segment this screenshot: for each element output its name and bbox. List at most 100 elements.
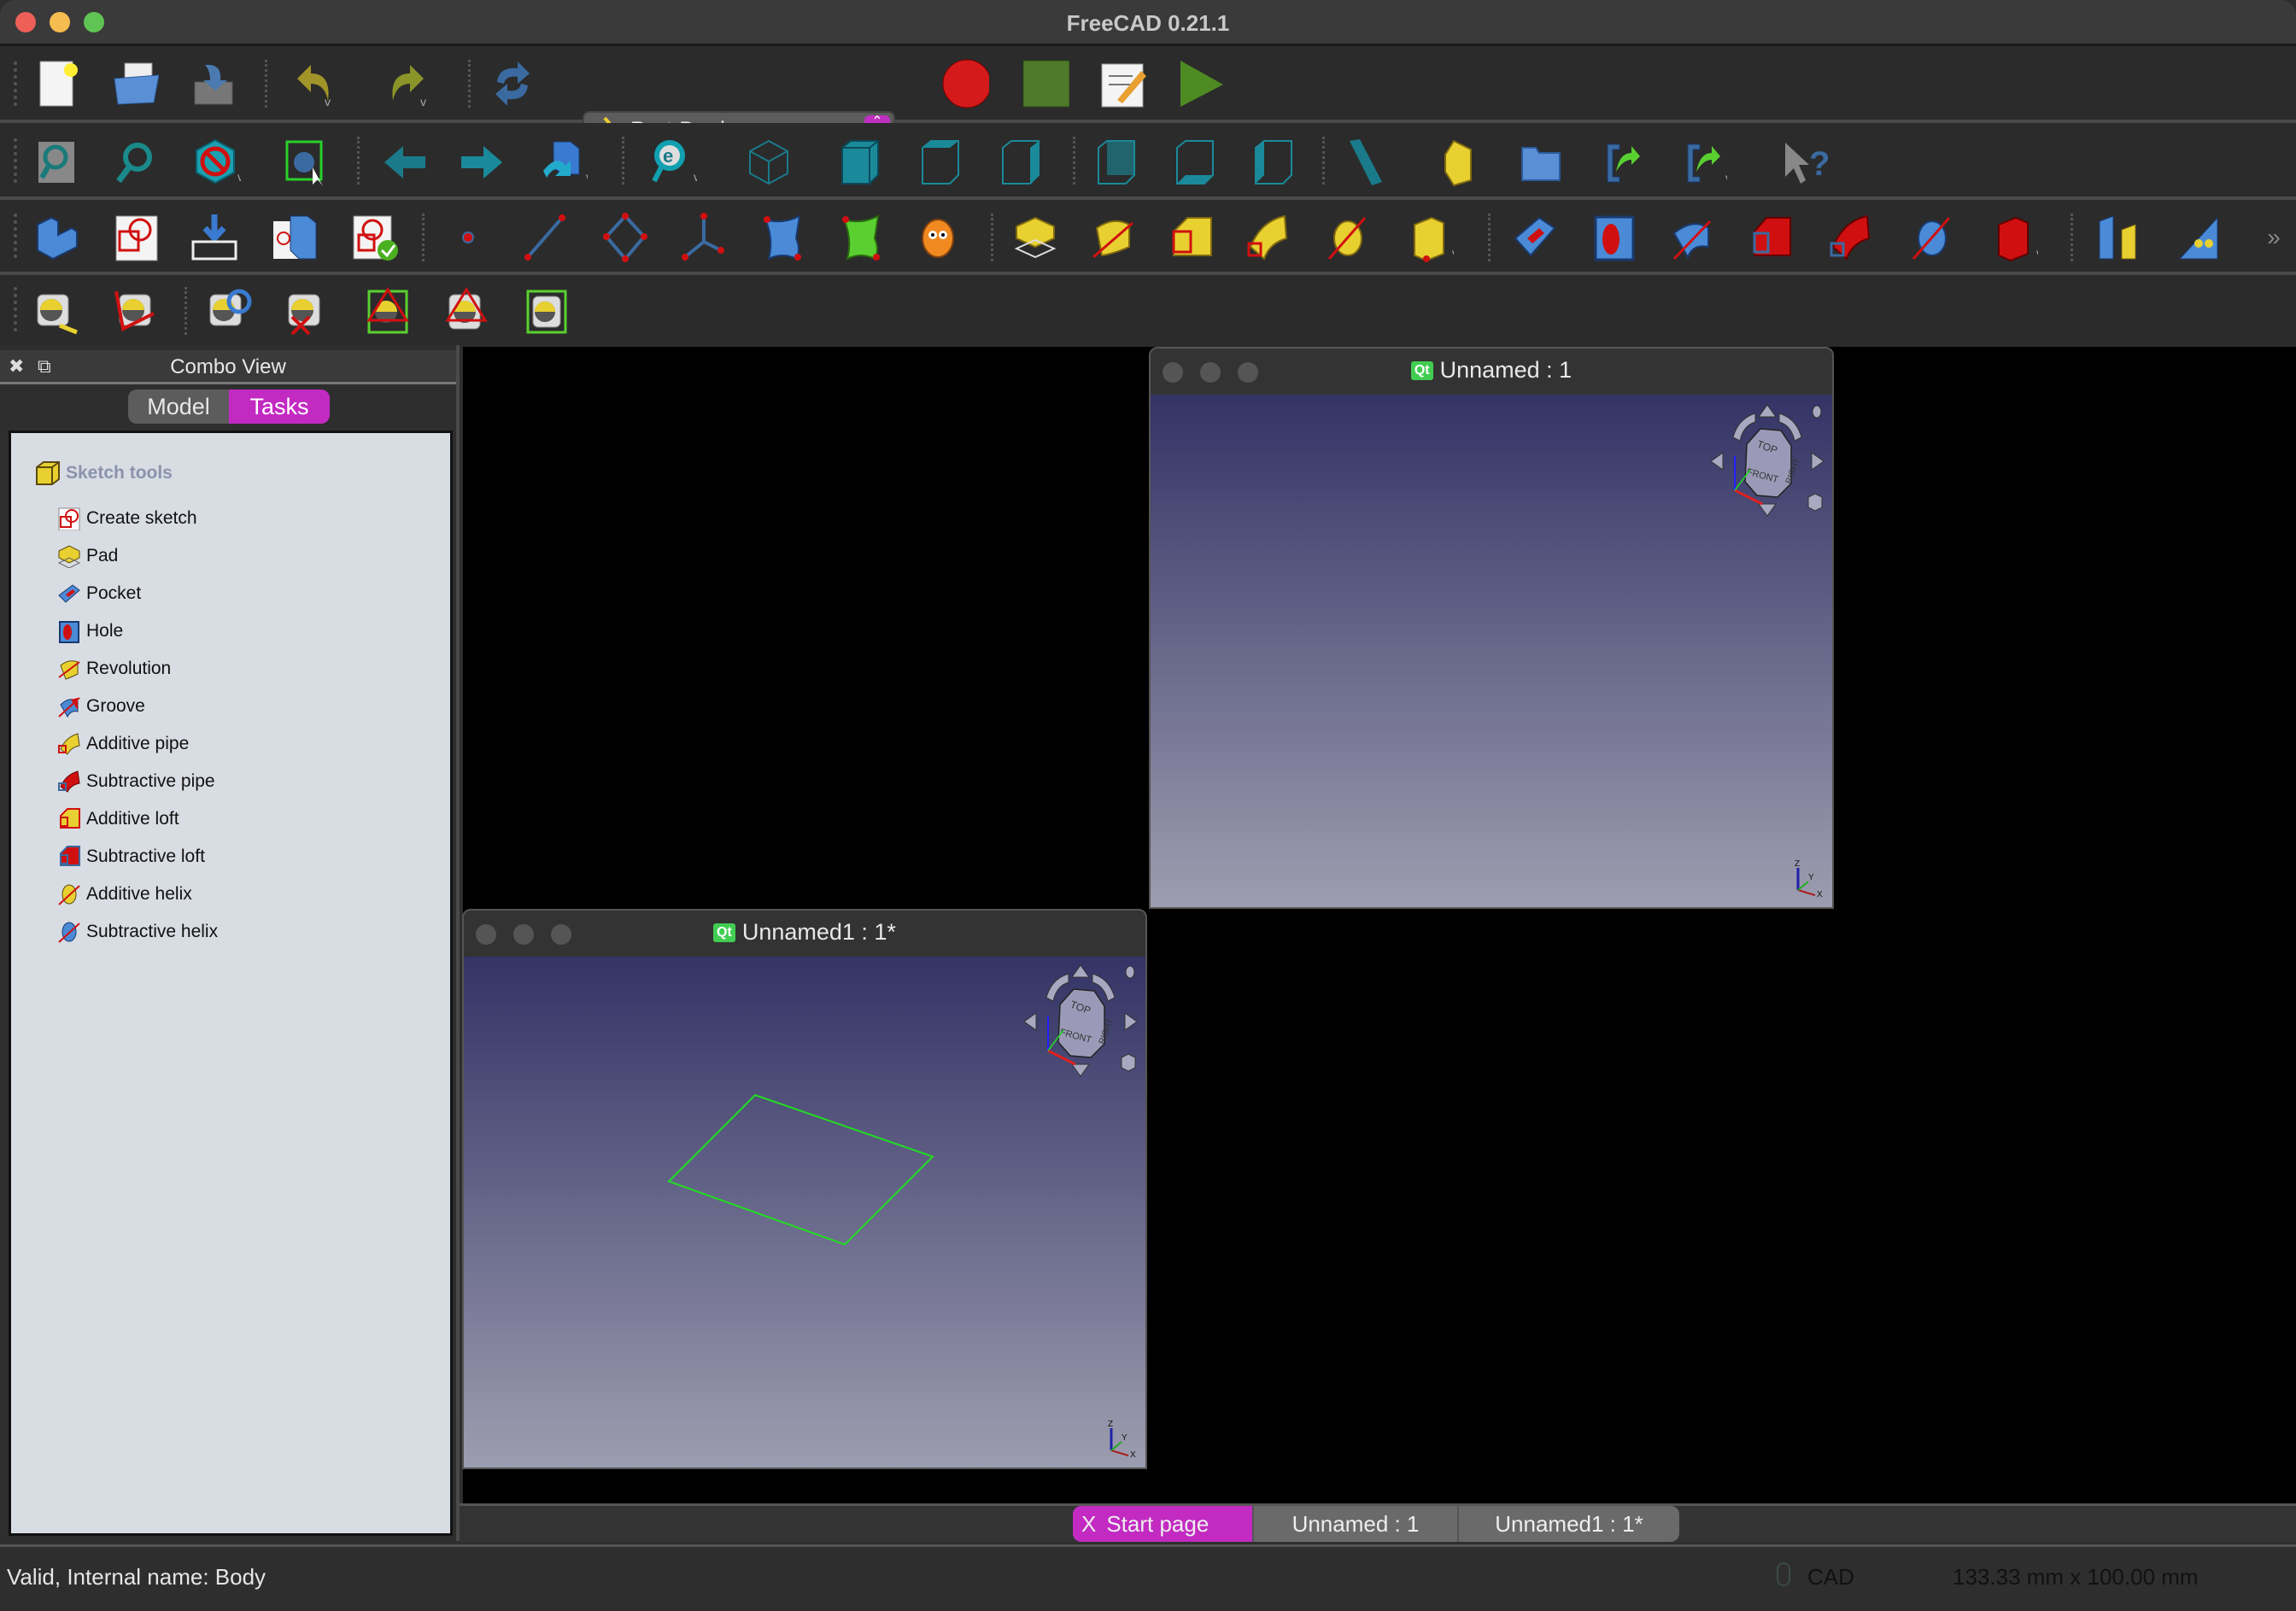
view-isometric-button[interactable]	[745, 135, 793, 190]
task-item-additive-loft[interactable]: Additive loft	[57, 807, 179, 831]
view-top-button[interactable]	[916, 135, 964, 190]
navigation-cube[interactable]: TOP FRONT RIGHT	[1021, 962, 1140, 1081]
3d-viewport[interactable]: TOP FRONT RIGHT Z Y X	[1151, 395, 1832, 907]
task-item-hole[interactable]: Hole	[57, 619, 123, 643]
undo-button[interactable]: v	[290, 56, 338, 111]
task-item-create-sketch[interactable]: Create sketch	[57, 507, 197, 530]
open-document-button[interactable]	[111, 56, 159, 111]
task-item-pad[interactable]: Pad	[57, 544, 118, 568]
link-actions-button[interactable]: v	[1679, 135, 1727, 190]
tab-start-page[interactable]: X Start page	[1073, 1506, 1254, 1542]
std-views-button[interactable]: v	[540, 135, 588, 190]
close-tab-icon[interactable]: X	[1081, 1511, 1096, 1538]
macro-execute-button[interactable]	[1177, 56, 1225, 111]
toolbar-grip[interactable]	[14, 287, 17, 331]
rear-view-icon	[1098, 140, 1135, 185]
measure-toggle-all-button[interactable]	[364, 284, 412, 338]
whats-this-button[interactable]: ?	[1780, 135, 1828, 190]
toolbar-overflow-button[interactable]: »	[2250, 210, 2296, 265]
fit-all-button[interactable]	[32, 135, 80, 190]
tab-unnamed[interactable]: Unnamed : 1	[1254, 1506, 1459, 1542]
save-document-button[interactable]	[190, 56, 237, 111]
measure-clear-button[interactable]	[284, 284, 331, 338]
subtractive-loft-button[interactable]	[1748, 210, 1795, 265]
hole-button[interactable]	[1589, 210, 1637, 265]
measure-toggle-delta-button[interactable]	[523, 284, 571, 338]
pad-button[interactable]	[1010, 210, 1057, 265]
subtractive-pipe-button[interactable]	[1826, 210, 1874, 265]
view-bottom-button[interactable]	[1170, 135, 1218, 190]
view-left-button[interactable]	[1249, 135, 1297, 190]
view-window-unnamed[interactable]: Qt Unnamed : 1 TOP FRONT RIGHT Z Y X	[1149, 347, 1834, 909]
navigation-cube[interactable]: TOP FRONT RIGHT	[1707, 401, 1827, 521]
mirrored-button[interactable]	[2094, 210, 2142, 265]
subtractive-primitive-button[interactable]: v	[1990, 210, 2038, 265]
datum-line-button[interactable]	[521, 210, 569, 265]
create-body-button[interactable]	[32, 210, 80, 265]
tab-model[interactable]: Model	[128, 390, 229, 424]
datum-point-button[interactable]	[444, 210, 492, 265]
subshape-binder-button[interactable]	[837, 210, 885, 265]
redo-button[interactable]: v	[386, 56, 434, 111]
task-item-additive-helix[interactable]: Additive helix	[57, 882, 192, 906]
clone-button[interactable]	[914, 210, 962, 265]
create-part-button[interactable]	[1437, 135, 1485, 190]
check-geometry-button[interactable]	[350, 210, 398, 265]
view-window-titlebar[interactable]: Qt Unnamed : 1	[1151, 349, 1832, 395]
create-sketch-button[interactable]	[113, 210, 161, 265]
measure-angular-button[interactable]	[111, 284, 159, 338]
macro-record-button[interactable]	[941, 56, 989, 111]
view-back-button[interactable]	[381, 135, 429, 190]
task-item-subtractive-loft[interactable]: Subtractive loft	[57, 845, 205, 869]
view-rear-button[interactable]	[1092, 135, 1139, 190]
refresh-button[interactable]	[489, 56, 536, 111]
task-item-groove[interactable]: Groove	[57, 694, 145, 718]
task-item-subtractive-pipe[interactable]: Subtractive pipe	[57, 770, 215, 794]
measure-toggle-3d-button[interactable]	[442, 284, 490, 338]
task-group-header[interactable]: Sketch tools	[33, 460, 173, 486]
additive-primitive-button[interactable]: v	[1406, 210, 1454, 265]
pocket-button[interactable]	[1510, 210, 1558, 265]
macro-edit-button[interactable]	[1098, 56, 1146, 111]
view-window-titlebar[interactable]: Qt Unnamed1 : 1*	[464, 911, 1145, 957]
linear-pattern-button[interactable]	[2175, 210, 2223, 265]
view-front-button[interactable]	[835, 135, 883, 190]
task-item-additive-pipe[interactable]: Additive pipe	[57, 732, 189, 756]
toolbar-grip[interactable]	[14, 214, 17, 258]
task-item-subtractive-helix[interactable]: Subtractive helix	[57, 920, 218, 944]
datum-plane-button[interactable]	[601, 210, 649, 265]
macro-stop-button[interactable]	[1022, 56, 1069, 111]
view-right-button[interactable]	[996, 135, 1044, 190]
revolution-button[interactable]	[1088, 210, 1136, 265]
datum-line-icon	[524, 214, 565, 261]
validate-sketch-button[interactable]	[190, 210, 237, 265]
view-window-unnamed1[interactable]: Qt Unnamed1 : 1* TOP FRONT RIGHT Z Y X	[462, 909, 1147, 1469]
task-item-revolution[interactable]: Revolution	[57, 657, 171, 681]
make-link-button[interactable]	[1594, 135, 1642, 190]
subtractive-helix-button[interactable]	[1906, 210, 1954, 265]
local-coordinate-system-button[interactable]	[680, 210, 728, 265]
shape-binder-blue-button[interactable]	[758, 210, 806, 265]
draw-style-button[interactable]: v	[193, 135, 241, 190]
tab-tasks[interactable]: Tasks	[229, 390, 330, 424]
fit-selection-button[interactable]	[111, 135, 159, 190]
additive-loft-button[interactable]	[1167, 210, 1215, 265]
bounding-box-button[interactable]	[282, 135, 330, 190]
navigation-style[interactable]: CAD	[1807, 1564, 1854, 1590]
3d-viewport[interactable]: TOP FRONT RIGHT Z Y X	[464, 957, 1145, 1467]
additive-helix-button[interactable]	[1322, 210, 1370, 265]
shape-binder-button[interactable]	[270, 210, 318, 265]
measure-refresh-button[interactable]	[205, 284, 253, 338]
task-item-pocket[interactable]: Pocket	[57, 582, 141, 606]
new-document-button[interactable]	[34, 56, 82, 111]
tab-unnamed1[interactable]: Unnamed1 : 1*	[1459, 1506, 1679, 1542]
additive-pipe-button[interactable]	[1244, 210, 1292, 265]
create-group-button[interactable]	[1517, 135, 1565, 190]
toolbar-grip[interactable]	[14, 138, 17, 183]
groove-button[interactable]	[1667, 210, 1715, 265]
sync-view-button[interactable]: ev	[649, 135, 697, 190]
measure-linear-button[interactable]	[32, 284, 80, 338]
measure-distance-button[interactable]	[1341, 135, 1389, 190]
view-forward-button[interactable]	[458, 135, 506, 190]
toolbar-grip[interactable]	[14, 62, 17, 106]
